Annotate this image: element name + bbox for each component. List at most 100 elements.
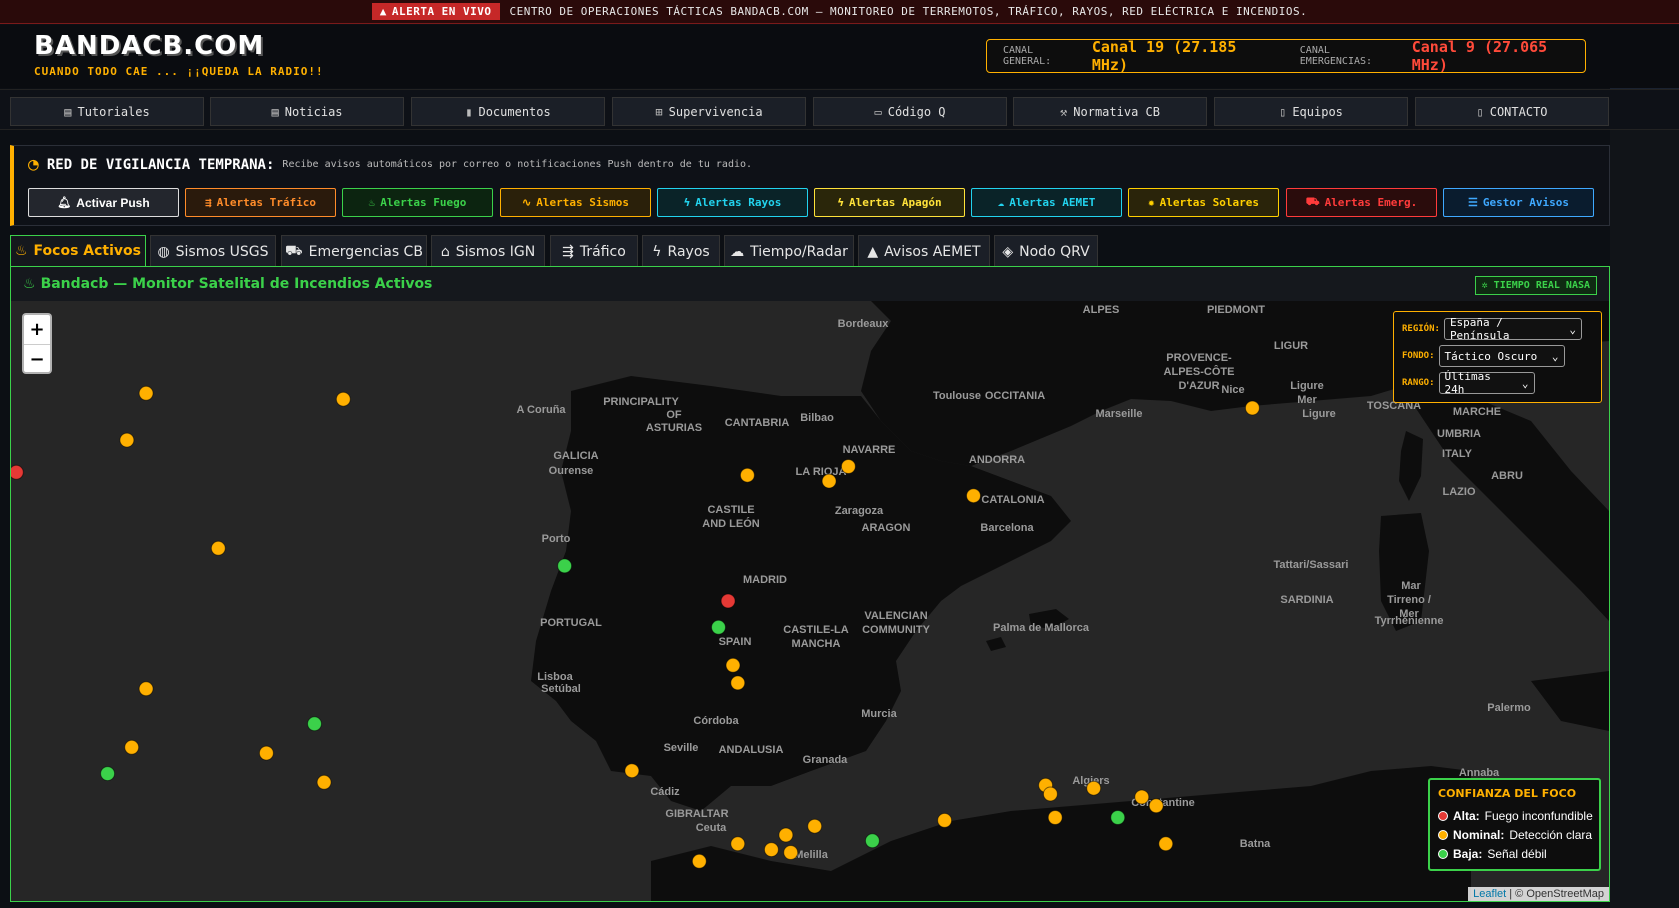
alertas-trafico-button[interactable]: ⇶ Alertas Tráfico: [185, 188, 336, 217]
tab-label: Rayos: [667, 243, 710, 260]
legend-item-alta: Alta: Fuego inconfundible: [1438, 809, 1593, 823]
tab-focos-activos[interactable]: ♨ Focos Activos: [10, 235, 146, 267]
map-label: PORTUGAL: [540, 617, 602, 629]
nav-contacto[interactable]: ▯ CONTACTO: [1415, 97, 1609, 126]
fire-marker-nominal[interactable]: [624, 763, 640, 779]
fire-marker-nominal[interactable]: [807, 818, 823, 834]
channel-emergency-value: Canal 9 (27.065 MHz): [1411, 38, 1548, 74]
fire-marker-alta[interactable]: [720, 593, 736, 609]
fire-marker-nominal[interactable]: [691, 853, 707, 869]
region-label: REGIÓN:: [1402, 324, 1440, 334]
channel-panel: CANAL GENERAL: Canal 19 (27.185 MHz) CAN…: [986, 38, 1586, 74]
region-select[interactable]: España / Península ⌄: [1443, 316, 1582, 342]
map-label: CANTABRIA: [725, 417, 790, 429]
map-label: Batna: [1240, 838, 1271, 850]
map-label: Tyrrhénienne: [1375, 615, 1444, 627]
fondo-label: FONDO:: [1402, 351, 1435, 361]
fire-marker-nominal[interactable]: [739, 467, 755, 483]
nav-codigo-q[interactable]: ▭ Código Q: [813, 97, 1007, 126]
main-nav: ▤ Tutoriales ▤ Noticias ▮ Documentos ⊞ Super…: [0, 89, 1679, 130]
red-dot-icon: [1438, 811, 1448, 821]
fire-marker-nominal[interactable]: [258, 745, 274, 761]
map-label: Marseille: [1095, 408, 1142, 420]
fire-icon: ♨: [14, 243, 28, 259]
fire-marker-nominal[interactable]: [1148, 798, 1164, 814]
fire-marker-nominal[interactable]: [138, 681, 154, 697]
fire-marker-nominal[interactable]: [335, 391, 351, 407]
alertas-emerg-button[interactable]: ⛟ Alertas Emerg.: [1286, 188, 1437, 217]
fire-marker-nominal[interactable]: [730, 675, 746, 691]
map-label: OCCITANIA: [985, 390, 1045, 402]
map-label: GIBRALTAR: [665, 808, 728, 820]
fire-marker-baja[interactable]: [711, 619, 726, 635]
fire-marker-nominal[interactable]: [937, 812, 953, 828]
nav-noticias[interactable]: ▤ Noticias: [210, 97, 404, 126]
fire-marker-baja[interactable]: [557, 558, 573, 574]
fire-marker-nominal[interactable]: [778, 827, 794, 843]
tab-trafico[interactable]: ⇶ Tráfico: [550, 235, 638, 267]
fire-marker-nominal[interactable]: [138, 385, 154, 401]
fire-marker-nominal[interactable]: [210, 540, 226, 556]
fire-marker-nominal[interactable]: [1042, 786, 1058, 802]
fire-marker-nominal[interactable]: [124, 739, 140, 755]
alertas-aemet-button[interactable]: ☁ Alertas AEMET: [971, 188, 1122, 217]
alertas-sismos-button[interactable]: ∿ Alertas Sismos: [500, 188, 651, 217]
alertas-rayos-button[interactable]: ϟ Alertas Rayos: [657, 188, 808, 217]
map-label: ALPES-CÔTE: [1164, 365, 1235, 378]
zoom-out-button[interactable]: −: [24, 344, 50, 373]
channel-emergency-label: CANAL EMERGENCIAS:: [1299, 45, 1373, 67]
nav-supervivencia[interactable]: ⊞ Supervivencia: [612, 97, 806, 126]
fire-marker-nominal[interactable]: [1134, 789, 1150, 805]
fire-marker-nominal[interactable]: [1047, 810, 1063, 825]
nav-equipos[interactable]: ▯ Equipos: [1214, 97, 1408, 126]
gestor-avisos-button[interactable]: ☰ Gestor Avisos: [1443, 188, 1594, 217]
fire-marker-nominal[interactable]: [725, 657, 741, 673]
fire-marker-nominal[interactable]: [1086, 780, 1102, 796]
fire-marker-nominal[interactable]: [119, 432, 135, 448]
fire-marker-baja[interactable]: [1110, 810, 1126, 825]
alertas-solares-button[interactable]: ✹ Alertas Solares: [1128, 188, 1279, 217]
nav-label: Noticias: [284, 104, 343, 119]
tab-tiempo-radar[interactable]: ☁ Tiempo/Radar: [724, 235, 854, 267]
fire-marker-nominal[interactable]: [730, 836, 746, 852]
map-label: Toulouse: [933, 390, 981, 402]
site-header: BANDACB.COM CUANDO TODO CAE ... ¡¡QUEDA …: [0, 25, 1679, 88]
fire-marker-baja[interactable]: [864, 833, 880, 849]
fire-marker-baja[interactable]: [307, 716, 322, 732]
tab-sismos-ign[interactable]: ⌂ Sismos IGN: [431, 235, 545, 267]
fire-marker-nominal[interactable]: [840, 459, 856, 474]
nav-documentos[interactable]: ▮ Documentos: [411, 97, 605, 126]
rango-label: RANGO:: [1402, 378, 1435, 388]
activar-push-button[interactable]: 🔔︎ Activar Push: [28, 188, 179, 217]
nav-tutoriales[interactable]: ▤ Tutoriales: [10, 97, 204, 126]
leaflet-link[interactable]: Leaflet: [1473, 888, 1506, 900]
alertas-apagon-button[interactable]: ϟ Alertas Apagón: [814, 188, 965, 217]
rango-select[interactable]: Últimas 24h ⌄: [1438, 370, 1535, 396]
fire-map[interactable]: Bordeaux ALPES PIEDMONT LIGUR PROVENCE- ALPES…: [11, 301, 1609, 901]
nav-normativa-cb[interactable]: ⚒ Normativa CB: [1013, 97, 1207, 126]
tab-sismos-usgs[interactable]: ◍ Sismos USGS: [150, 235, 276, 267]
confidence-legend: CONFIANZA DEL FOCO Alta: Fuego inconfundi…: [1428, 778, 1601, 871]
fire-marker-alta[interactable]: [11, 464, 24, 480]
map-label: LA RIOJA: [796, 466, 847, 478]
fire-marker-baja[interactable]: [100, 766, 116, 782]
zoom-in-button[interactable]: +: [24, 315, 50, 344]
fire-marker-nominal[interactable]: [966, 488, 981, 504]
map-label: Tirreno /: [1387, 594, 1431, 606]
fire-marker-nominal[interactable]: [316, 774, 332, 790]
alertas-fuego-button[interactable]: ♨ Alertas Fuego: [342, 188, 493, 217]
tab-nodo-qrv[interactable]: ◈ Nodo QRV: [994, 235, 1098, 267]
fire-marker-nominal[interactable]: [783, 845, 799, 860]
fire-marker-nominal[interactable]: [1244, 400, 1260, 416]
tab-emergencias-cb[interactable]: ⛟ Emergencias CB: [281, 235, 427, 267]
fire-marker-nominal[interactable]: [821, 473, 837, 489]
site-logo[interactable]: BANDACB.COM: [34, 31, 264, 61]
zoom-control: + −: [22, 313, 52, 374]
map-label: LAZIO: [1443, 486, 1476, 498]
tab-avisos-aemet[interactable]: ▲ Avisos AEMET: [858, 235, 990, 267]
fondo-select[interactable]: Táctico Oscuro ⌄: [1438, 345, 1565, 367]
map-label: CATALONIA: [981, 494, 1044, 506]
tab-rayos[interactable]: ϟ Rayos: [642, 235, 720, 267]
fire-marker-nominal[interactable]: [1158, 836, 1174, 852]
fire-marker-nominal[interactable]: [763, 842, 779, 858]
